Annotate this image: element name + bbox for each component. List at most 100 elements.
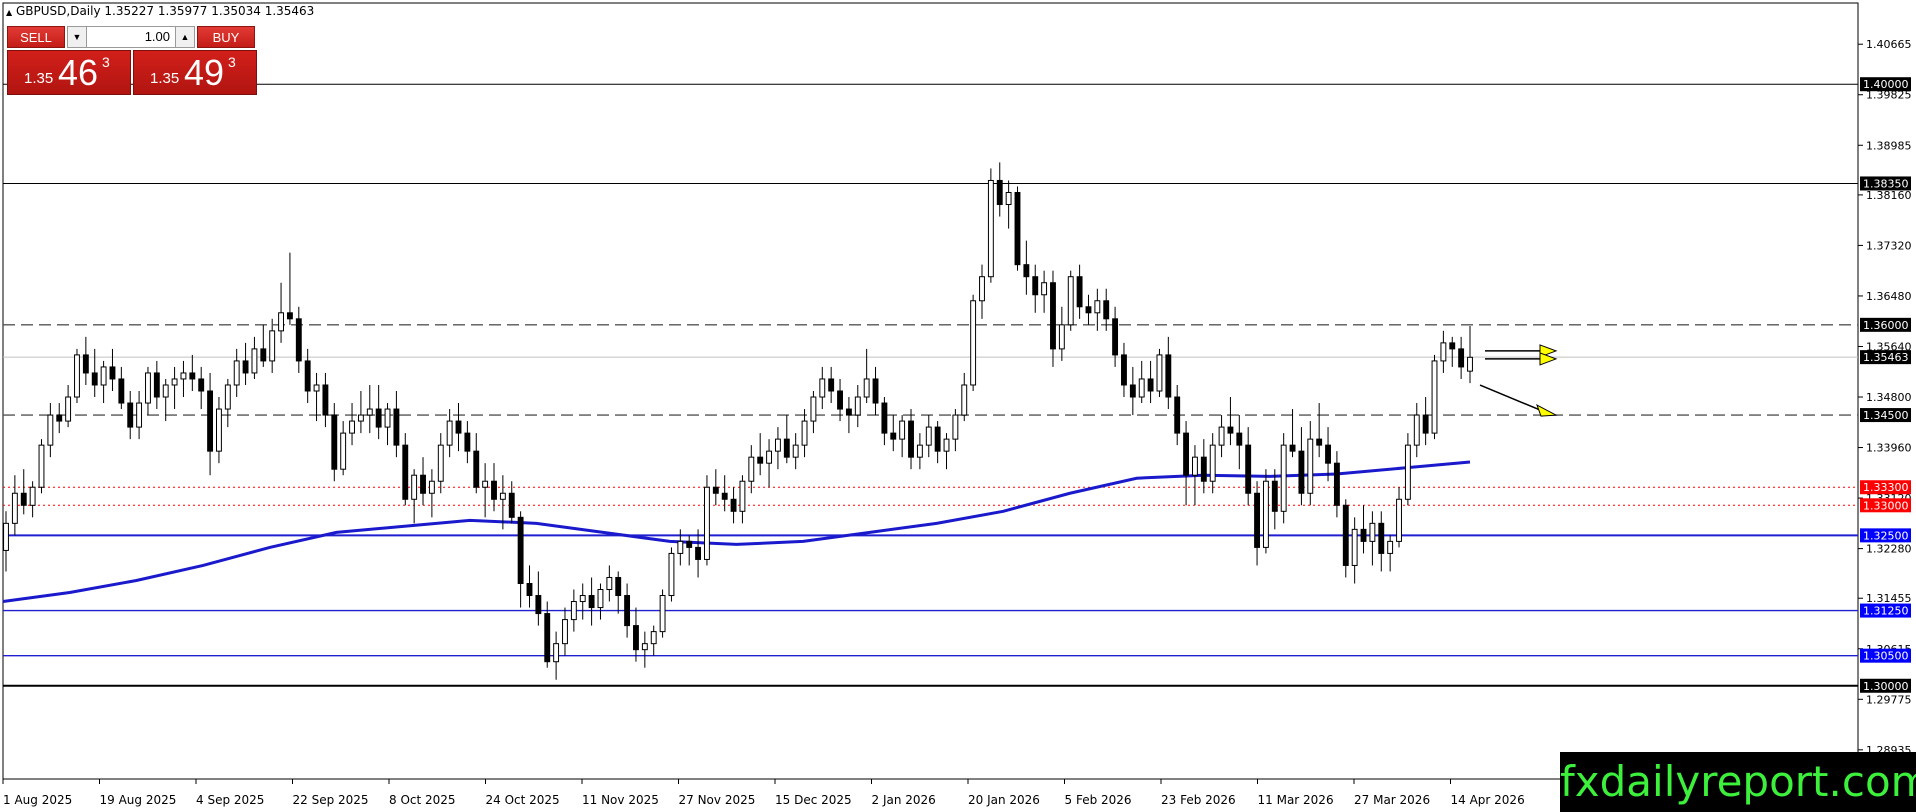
candle-body xyxy=(1449,342,1456,350)
candle-body xyxy=(357,414,364,422)
candle-body xyxy=(189,372,196,380)
candle-body xyxy=(1271,480,1278,512)
x-tick-label: 27 Nov 2025 xyxy=(679,793,756,807)
candle-body xyxy=(863,378,870,398)
candle-body xyxy=(615,576,622,597)
price-chart[interactable]: 1.406651.398251.389851.381601.373201.364… xyxy=(0,0,1916,812)
candle-body xyxy=(588,595,595,609)
level-label: 1.32500 xyxy=(1863,529,1909,542)
candle-body xyxy=(1014,191,1021,266)
candle-body xyxy=(845,408,852,416)
candle-body xyxy=(801,420,808,446)
candle-body xyxy=(677,540,684,554)
level-label: 1.33300 xyxy=(1863,481,1909,494)
candle-body xyxy=(1094,300,1101,314)
candle-body xyxy=(1378,522,1385,554)
candle-body xyxy=(1262,480,1269,548)
candle-body xyxy=(526,582,533,597)
quantity-stepper[interactable]: ▼ 1.00 ▲ xyxy=(67,26,195,48)
candle-body xyxy=(1333,462,1340,506)
candle-body xyxy=(1289,444,1296,452)
current-price-label: 1.35463 xyxy=(1863,351,1909,364)
candle-body xyxy=(47,414,54,446)
candle-body xyxy=(1413,414,1420,446)
candle-body xyxy=(420,474,426,494)
candle-body xyxy=(56,414,63,422)
candle-body xyxy=(286,312,293,320)
level-label: 1.38350 xyxy=(1863,177,1909,190)
candle-body xyxy=(837,390,843,410)
candle-body xyxy=(162,384,169,398)
y-tick-label: 1.31455 xyxy=(1866,592,1912,605)
sell-button[interactable]: SELL xyxy=(7,26,65,48)
x-tick-label: 14 Apr 2026 xyxy=(1451,793,1525,807)
candle-body xyxy=(606,576,613,591)
candle-body xyxy=(278,312,284,332)
one-click-trade-panel: SELL ▼ 1.00 ▲ BUY 1.35 46 3 1.35 49 3 xyxy=(7,24,257,97)
candle-body xyxy=(553,643,560,663)
candle-body xyxy=(996,179,1003,206)
candle-body xyxy=(1360,528,1367,542)
candle-body xyxy=(943,438,950,452)
candle-body xyxy=(446,420,453,446)
candle-body xyxy=(1174,396,1181,434)
candle-body xyxy=(473,450,480,488)
candle-body xyxy=(925,426,932,446)
candle-body xyxy=(1200,456,1207,482)
candle-body xyxy=(428,480,435,494)
sell-price-box[interactable]: 1.35 46 3 xyxy=(7,50,131,95)
candle-body xyxy=(171,378,178,386)
candle-body xyxy=(1192,456,1198,476)
time-axis[interactable]: 1 Aug 2025 19 Aug 2025 4 Sep 2025 22 Sep 20… xyxy=(2,779,1525,807)
candle-body xyxy=(242,360,249,374)
candle-body xyxy=(331,414,338,470)
candle-body xyxy=(1458,348,1465,368)
watermark-logo: fxdailyreport.com xyxy=(1560,752,1916,812)
x-tick-label: 1 Aug 2025 xyxy=(3,793,72,807)
candle-body xyxy=(1307,438,1314,494)
candle-body xyxy=(411,474,418,500)
collapse-triangle-icon[interactable]: ▲ xyxy=(6,8,12,17)
quantity-increase-button[interactable]: ▲ xyxy=(175,27,194,47)
candle-body xyxy=(1396,498,1402,542)
buy-price-box[interactable]: 1.35 49 3 xyxy=(133,50,257,95)
candle-body xyxy=(82,354,89,374)
candle-body xyxy=(118,378,125,404)
y-tick-label: 1.38985 xyxy=(1866,139,1912,152)
candle-body xyxy=(535,595,542,615)
plot-area[interactable] xyxy=(2,2,1859,780)
candle-body xyxy=(127,402,134,428)
candle-body xyxy=(633,625,639,651)
candle-body xyxy=(1050,282,1056,350)
candle-body xyxy=(393,408,400,446)
y-tick-label: 1.38160 xyxy=(1866,189,1912,202)
candle-body xyxy=(340,432,347,470)
buy-button[interactable]: BUY xyxy=(197,26,255,48)
candle-body xyxy=(979,276,985,302)
x-tick-label: 11 Nov 2025 xyxy=(582,793,659,807)
candle-body xyxy=(1404,444,1411,500)
sell-price-sup: 3 xyxy=(102,54,110,70)
candle-body xyxy=(544,613,551,663)
sell-price-prefix: 1.35 xyxy=(24,70,54,87)
candle-body xyxy=(641,643,648,651)
candle-body xyxy=(1076,276,1083,308)
candle-body xyxy=(650,631,657,645)
candle-body xyxy=(1085,306,1092,314)
candle-body xyxy=(881,402,888,434)
candle-body xyxy=(74,354,80,398)
candle-body xyxy=(1067,276,1074,326)
candle-body xyxy=(1369,522,1376,542)
candle-body xyxy=(624,595,631,627)
x-tick-label: 5 Feb 2026 xyxy=(1065,793,1132,807)
quantity-input[interactable]: 1.00 xyxy=(88,27,174,47)
x-tick-label: 8 Oct 2025 xyxy=(389,793,456,807)
y-tick-label: 1.33960 xyxy=(1866,442,1912,455)
candle-body xyxy=(934,426,941,452)
quantity-decrease-button[interactable]: ▼ xyxy=(68,27,87,47)
candle-body xyxy=(570,601,577,621)
candle-body xyxy=(828,378,835,392)
candle-body xyxy=(1129,384,1136,398)
candle-body xyxy=(1121,354,1127,386)
candle-body xyxy=(1209,444,1216,482)
